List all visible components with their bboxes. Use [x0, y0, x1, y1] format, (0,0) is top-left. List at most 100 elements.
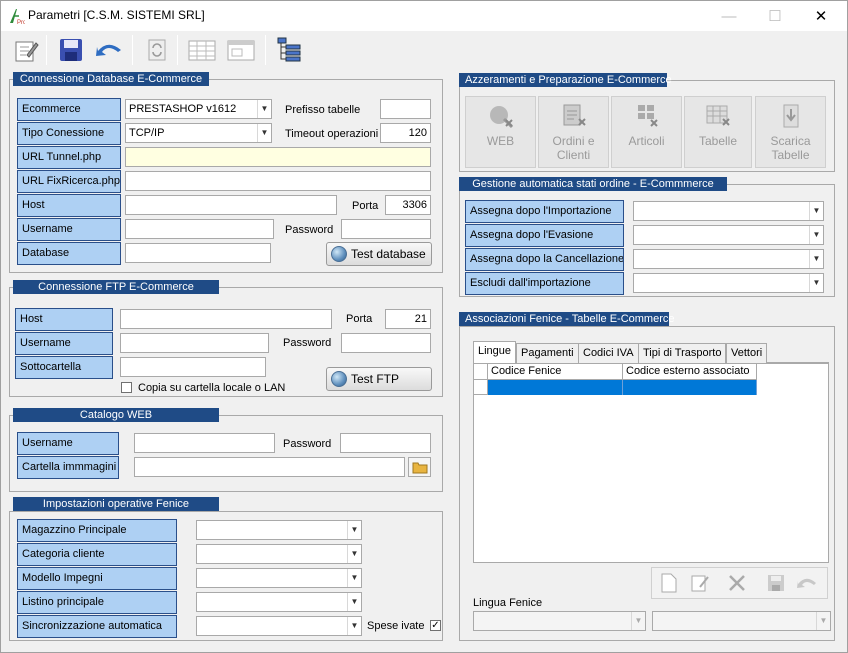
database-label: Database	[17, 242, 121, 265]
undo-record-icon[interactable]	[793, 569, 821, 597]
host-input[interactable]	[125, 195, 337, 215]
tab-codici-iva[interactable]: Codici IVA	[578, 343, 639, 363]
spese-ivate-checkbox[interactable]: ✓	[430, 620, 441, 631]
chevron-down-icon[interactable]: ▼	[809, 226, 823, 244]
undo-icon[interactable]	[93, 34, 125, 66]
catalog-password-input[interactable]	[340, 433, 431, 453]
ftp-port-input[interactable]: 21	[385, 309, 431, 329]
assign-cancel-select[interactable]: ▼	[633, 249, 824, 269]
password-input[interactable]	[341, 219, 431, 239]
reset-group-title: Azzeramenti e Preparazione E-Commerce	[459, 73, 672, 87]
folder-browse-button[interactable]	[408, 457, 431, 477]
reset-items-button[interactable]: Articoli	[611, 96, 682, 168]
sync-select[interactable]: ▼	[196, 616, 362, 636]
reset-items-label: Articoli	[628, 134, 665, 148]
catalog-password-label: Password	[283, 438, 332, 450]
delete-record-icon[interactable]	[723, 569, 751, 597]
exclude-import-select[interactable]: ▼	[633, 273, 824, 293]
username-input[interactable]	[125, 219, 274, 239]
database-input[interactable]	[125, 243, 271, 263]
tab-pagamenti[interactable]: Pagamenti	[516, 343, 579, 363]
table-row-cell-fenice[interactable]	[488, 380, 623, 395]
col-codice-esterno[interactable]: Codice esterno associato	[623, 364, 757, 380]
chevron-down-icon[interactable]: ▼	[809, 274, 823, 292]
reset-web-button[interactable]: WEB	[465, 96, 536, 168]
test-database-button[interactable]: Test database	[326, 242, 432, 266]
conn-type-value: TCP/IP	[129, 127, 165, 139]
close-button[interactable]: ✕	[799, 1, 843, 31]
save-record-icon[interactable]	[762, 569, 790, 597]
new-record-icon[interactable]	[655, 569, 683, 597]
prefix-label: Prefisso tabelle	[285, 104, 361, 116]
chevron-down-icon[interactable]: ▼	[809, 202, 823, 220]
catalog-username-input[interactable]	[134, 433, 275, 453]
tree-icon[interactable]	[274, 34, 306, 66]
minimize-button[interactable]: —	[707, 1, 751, 31]
chevron-down-icon[interactable]: ▼	[347, 617, 361, 635]
magazzino-label: Magazzino Principale	[17, 519, 177, 542]
tables-icon	[706, 105, 730, 126]
url-fix-input[interactable]	[125, 171, 431, 191]
maximize-button[interactable]: ☐	[753, 1, 797, 31]
assign-import-select[interactable]: ▼	[633, 201, 824, 221]
copy-local-checkbox[interactable]	[121, 382, 132, 393]
table-row-cell-esterno[interactable]	[623, 380, 757, 395]
reset-tables-button[interactable]: Tabelle	[684, 96, 752, 168]
lingua-fenice-select[interactable]: ▼	[473, 611, 646, 631]
chevron-down-icon[interactable]: ▼	[631, 612, 645, 630]
ecommerce-select[interactable]: PRESTASHOP v1612 ▼	[125, 99, 272, 119]
lingua-esterna-select[interactable]: ▼	[652, 611, 831, 631]
chevron-down-icon[interactable]: ▼	[347, 521, 361, 539]
save-icon[interactable]	[55, 34, 87, 66]
edit-icon[interactable]	[10, 34, 42, 66]
exclude-import-label: Escludi dall'importazione	[465, 272, 624, 295]
conn-type-label: Tipo Conessione	[17, 122, 121, 145]
tab-lingue[interactable]: Lingue	[473, 341, 517, 364]
chevron-down-icon[interactable]: ▼	[809, 250, 823, 268]
ftp-subfolder-input[interactable]	[120, 357, 266, 377]
url-tunnel-input[interactable]	[125, 147, 431, 167]
ftp-password-input[interactable]	[341, 333, 431, 353]
prefix-input[interactable]	[380, 99, 431, 119]
col-codice-fenice[interactable]: Codice Fenice	[488, 364, 623, 380]
conn-type-select[interactable]: TCP/IP ▼	[125, 123, 272, 143]
ecommerce-label: Ecommerce	[17, 98, 121, 121]
chevron-down-icon[interactable]: ▼	[816, 612, 830, 630]
web-icon	[489, 106, 513, 129]
table-icon[interactable]	[186, 34, 218, 66]
assign-import-label: Assegna dopo l'Importazione	[465, 200, 624, 223]
port-input[interactable]: 3306	[385, 195, 431, 215]
ftp-username-input[interactable]	[120, 333, 269, 353]
chevron-down-icon[interactable]: ▼	[347, 569, 361, 587]
ftp-host-input[interactable]	[120, 309, 332, 329]
test-ftp-button[interactable]: Test FTP	[326, 367, 432, 391]
assign-cancel-label: Assegna dopo la Cancellazione	[465, 248, 624, 271]
chevron-down-icon[interactable]: ▼	[257, 100, 271, 118]
reset-tables-label: Tabelle	[698, 134, 738, 148]
chevron-down-icon[interactable]: ▼	[347, 545, 361, 563]
listino-select[interactable]: ▼	[196, 592, 362, 612]
row-selector[interactable]	[474, 380, 488, 395]
reset-orders-button[interactable]: Ordini e Clienti	[538, 96, 609, 168]
form-icon[interactable]	[225, 34, 257, 66]
assign-evasion-select[interactable]: ▼	[633, 225, 824, 245]
magazzino-select[interactable]: ▼	[196, 520, 362, 540]
tab-vettori[interactable]: Vettori	[726, 343, 768, 363]
svg-text:Pro: Pro	[17, 20, 25, 25]
modello-label: Modello Impegni	[17, 567, 177, 590]
tab-tipi-trasporto[interactable]: Tipi di Trasporto	[638, 343, 727, 363]
timeout-input[interactable]: 120	[380, 123, 431, 143]
assoc-grid[interactable]: Codice Fenice Codice esterno associato	[473, 363, 829, 563]
categoria-select[interactable]: ▼	[196, 544, 362, 564]
download-tables-button[interactable]: Scarica Tabelle	[755, 96, 826, 168]
test-database-label: Test database	[351, 247, 426, 261]
ftp-group-title: Connessione FTP E-Commerce	[13, 280, 219, 294]
images-folder-input[interactable]	[134, 457, 405, 477]
chevron-down-icon[interactable]: ▼	[347, 593, 361, 611]
edit-record-icon[interactable]	[686, 569, 714, 597]
globe-icon	[331, 371, 347, 387]
download-tables-label: Scarica Tabelle	[770, 134, 811, 162]
refresh-icon[interactable]	[141, 34, 173, 66]
chevron-down-icon[interactable]: ▼	[257, 124, 271, 142]
modello-select[interactable]: ▼	[196, 568, 362, 588]
